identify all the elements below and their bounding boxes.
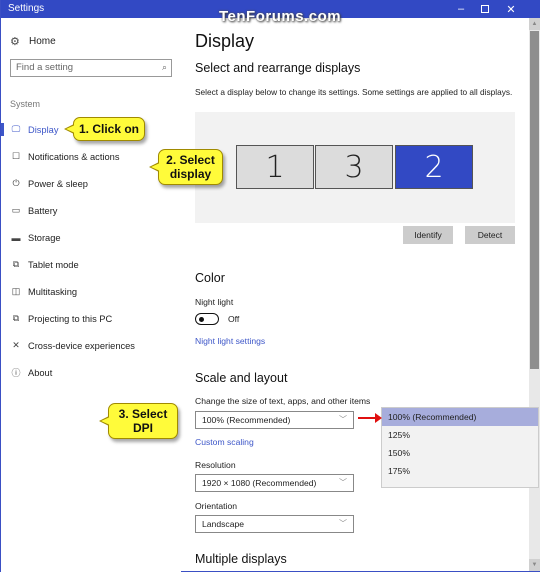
toggle-knob — [199, 316, 204, 322]
red-arrow-icon — [358, 413, 382, 423]
sidebar-item-multitasking[interactable]: ◫ Multitasking — [1, 278, 181, 305]
sidebar-item-label: Storage — [28, 232, 61, 243]
sidebar-item-cross-device[interactable]: ✕ Cross-device experiences — [1, 332, 181, 359]
sidebar-item-projecting[interactable]: ⧉ Projecting to this PC — [1, 305, 181, 332]
chevron-down-icon: ﹀ — [339, 415, 347, 424]
custom-scaling-link[interactable]: Custom scaling — [195, 437, 254, 447]
multitasking-icon: ◫ — [11, 286, 21, 296]
tablet-mode-icon: ⧉ — [12, 259, 20, 269]
monitor-3[interactable]: 3 — [315, 145, 393, 189]
home-label: Home — [29, 36, 56, 47]
power-icon: ⏻ — [12, 178, 20, 188]
arrange-description: Select a display below to change its set… — [195, 87, 513, 97]
sidebar-item-storage[interactable]: ▬ Storage — [1, 224, 181, 251]
dropdown-option[interactable]: 175% — [382, 462, 538, 480]
window-title: Settings — [8, 3, 45, 14]
dropdown-option[interactable]: 100% (Recommended) — [382, 408, 538, 426]
resolution-label: Resolution — [195, 460, 236, 470]
sidebar-item-label: Power & sleep — [28, 178, 88, 189]
gear-icon: ⚙ — [10, 36, 20, 48]
callout-text: DPI — [132, 421, 153, 435]
chevron-down-icon: ﹀ — [339, 519, 347, 528]
battery-icon: ▭ — [11, 205, 21, 215]
callout-text: 1. Click on — [78, 122, 140, 136]
multiple-displays-heading: Multiple displays — [195, 552, 287, 566]
night-light-toggle[interactable] — [195, 313, 219, 325]
monitor-2[interactable]: 2 — [395, 145, 473, 189]
callout-text: 2. Select — [166, 153, 215, 167]
sidebar-item-label: About — [28, 367, 53, 378]
cross-device-icon: ✕ — [12, 340, 20, 350]
callout-step-1: 1. Click on — [64, 117, 145, 141]
color-heading: Color — [195, 271, 225, 285]
close-icon: ✕ — [506, 3, 516, 16]
orientation-label: Orientation — [195, 501, 238, 511]
callout-step-3: 3. Select DPI — [99, 403, 178, 439]
maximize-button[interactable] — [471, 0, 499, 18]
sidebar-item-label: Tablet mode — [28, 259, 79, 270]
sidebar-item-label: Multitasking — [28, 286, 78, 297]
night-light-label: Night light — [195, 297, 234, 307]
projecting-icon: ⧉ — [12, 313, 20, 323]
scale-select[interactable]: 100% (Recommended) ﹀ — [195, 411, 354, 429]
close-button[interactable]: ✕ — [497, 0, 525, 18]
detect-button[interactable]: Detect — [465, 226, 515, 244]
section-label-system: System — [10, 99, 41, 109]
sidebar-item-label: Cross-device experiences — [28, 340, 135, 351]
sidebar-item-about[interactable]: ⓘ About — [1, 359, 181, 386]
dropdown-option[interactable]: 125% — [382, 426, 538, 444]
monitor-1[interactable]: 1 — [236, 145, 314, 189]
identify-button[interactable]: Identify — [403, 226, 453, 244]
page-title: Display — [195, 31, 255, 51]
search-icon: ⌕ — [161, 62, 167, 72]
search-placeholder: Find a setting — [16, 62, 74, 73]
sidebar-item-label: Battery — [28, 205, 58, 216]
scrollbar-thumb[interactable] — [530, 31, 539, 369]
callout-text: display — [169, 167, 212, 181]
callout-text: 3. Select — [118, 407, 168, 421]
sidebar-item-tablet-mode[interactable]: ⧉ Tablet mode — [1, 251, 181, 278]
resolution-select[interactable]: 1920 × 1080 (Recommended) ﹀ — [195, 474, 354, 492]
chevron-down-icon: ﹀ — [339, 478, 347, 487]
resolution-value: 1920 × 1080 (Recommended) — [202, 478, 317, 488]
scroll-up-icon[interactable]: ▲ — [529, 18, 540, 30]
arrange-heading: Select and rearrange displays — [195, 61, 361, 75]
sidebar-item-label: Display — [28, 124, 59, 135]
size-label: Change the size of text, apps, and other… — [195, 396, 371, 406]
sidebar-home[interactable]: ⚙ Home — [10, 35, 56, 48]
sidebar-item-power-sleep[interactable]: ⏻ Power & sleep — [1, 170, 181, 197]
storage-icon: ▬ — [11, 232, 21, 243]
callout-step-2: 2. Select display — [149, 149, 223, 185]
maximize-icon — [481, 5, 489, 13]
night-light-state: Off — [228, 314, 240, 324]
monitor-icon: 🖵 — [11, 124, 21, 134]
sidebar: ⚙ Home Find a setting ⌕ System 🖵 Display… — [1, 18, 181, 572]
night-light-settings-link[interactable]: Night light settings — [195, 336, 265, 346]
scale-value: 100% (Recommended) — [202, 415, 291, 425]
search-input[interactable]: Find a setting ⌕ — [10, 59, 172, 77]
dropdown-option[interactable]: 150% — [382, 444, 538, 462]
main-content: Display Select and rearrange displays Se… — [195, 18, 520, 572]
sidebar-item-label: Projecting to this PC — [28, 313, 113, 324]
sidebar-item-label: Notifications & actions — [28, 151, 120, 162]
title-bar: Settings TenForums.com – ✕ — [1, 0, 540, 25]
notification-icon: ☐ — [11, 151, 21, 161]
display-arrangement-area: 1 3 2 — [195, 112, 515, 223]
info-icon: ⓘ — [11, 368, 21, 378]
scale-heading: Scale and layout — [195, 371, 288, 385]
sidebar-nav: 🖵 Display ☐ Notifications & actions ⏻ Po… — [1, 116, 181, 386]
orientation-value: Landscape — [202, 519, 245, 529]
scale-dropdown-list: 100% (Recommended) 125% 150% 175% — [381, 407, 539, 488]
minimize-icon: – — [457, 3, 465, 15]
sidebar-item-battery[interactable]: ▭ Battery — [1, 197, 181, 224]
scroll-down-icon[interactable]: ▼ — [529, 559, 540, 571]
scrollbar[interactable]: ▲ ▼ — [529, 18, 540, 571]
orientation-select[interactable]: Landscape ﹀ — [195, 515, 354, 533]
settings-window: Settings TenForums.com – ✕ ⚙ Home Find a… — [0, 0, 540, 572]
